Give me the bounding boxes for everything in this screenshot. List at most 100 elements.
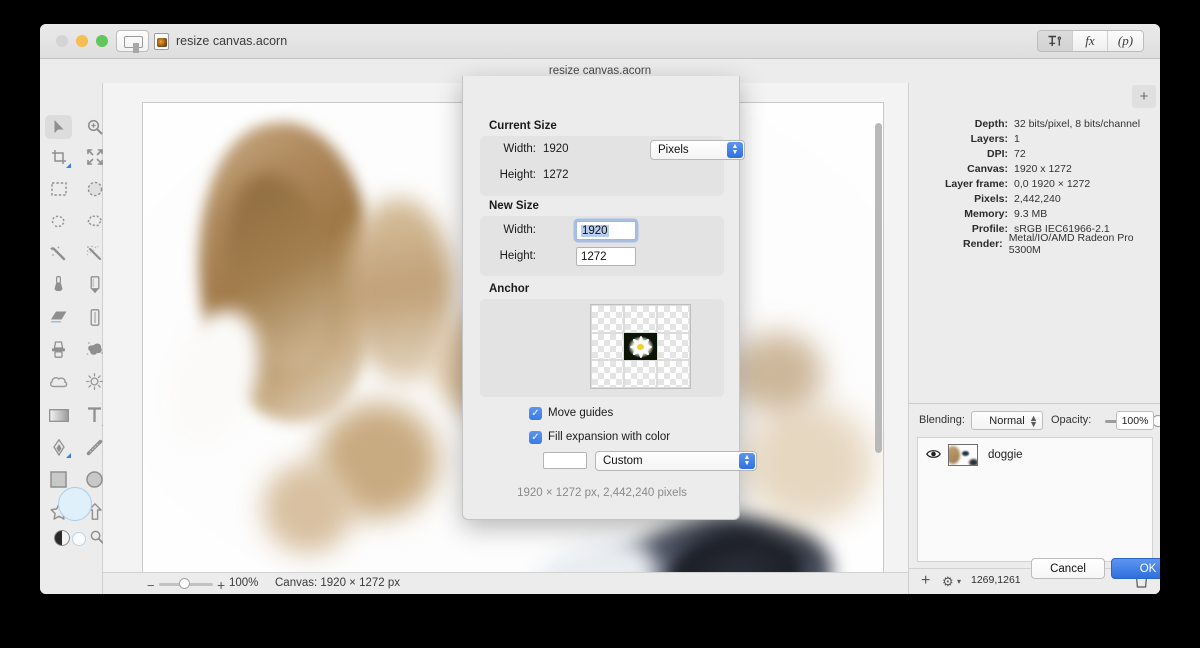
filters-segment-button[interactable]: fx — [1073, 31, 1108, 51]
swatch-magnifier-icon[interactable] — [90, 530, 104, 549]
fill-color-well[interactable] — [543, 452, 587, 469]
info-value: 72 — [1014, 147, 1026, 160]
zoom-out-button[interactable]: − — [147, 578, 155, 593]
anchor-heading: Anchor — [489, 283, 530, 295]
info-key: Memory: — [964, 207, 1008, 220]
anchor-cell-middle-left[interactable] — [591, 332, 624, 361]
tools-segment-button[interactable] — [1038, 31, 1073, 51]
image-info-table: Depth: 32 bits/pixel, 8 bits/channel Lay… — [909, 116, 1160, 256]
tool-move-tool[interactable] — [45, 115, 72, 139]
zoom-in-button[interactable]: + — [217, 577, 225, 593]
add-panel-button[interactable]: + — [1132, 85, 1156, 108]
inspector-segmented-control[interactable]: fx (p) — [1037, 30, 1144, 52]
brush-size-preview[interactable] — [58, 487, 92, 521]
tool-eraser-tool[interactable] — [45, 305, 72, 329]
anchor-cell-bottom-center[interactable] — [624, 360, 657, 388]
blending-mode-value: Normal — [989, 414, 1025, 427]
info-key: Canvas: — [967, 162, 1008, 175]
minimize-window-button[interactable] — [76, 35, 88, 47]
crop-icon — [51, 150, 66, 164]
paint-brush-icon — [54, 276, 63, 292]
fill-expansion-checkbox[interactable]: ✓ — [529, 431, 542, 444]
eye-icon[interactable] — [918, 448, 948, 462]
palettes-segment-button[interactable]: (p) — [1108, 31, 1143, 51]
info-value: 32 bits/pixel, 8 bits/channel — [1014, 117, 1141, 130]
layer-row-doggie[interactable]: doggie — [918, 438, 1152, 472]
cloud-icon — [49, 376, 68, 387]
new-width-input[interactable]: 1920 — [576, 221, 636, 240]
info-value: 9.3 MB — [1014, 207, 1048, 220]
tool-gradient-tool[interactable] — [45, 403, 72, 427]
sparkle-wand-icon — [86, 245, 102, 260]
current-height-value: 1272 — [543, 169, 569, 181]
new-height-label: Height: — [499, 250, 536, 262]
anchor-cell-top-left[interactable] — [591, 305, 624, 333]
acorn-glyph — [157, 38, 167, 47]
info-row: Pixels: 2,442,240 — [909, 191, 1160, 206]
fill-color-popup-button[interactable]: Custom ▲ ▼ — [595, 451, 757, 471]
close-window-button[interactable] — [56, 35, 68, 47]
anchor-cell-top-right[interactable] — [657, 305, 690, 333]
opacity-label: Opacity: — [1051, 414, 1092, 426]
info-row: Canvas: 1920 x 1272 — [909, 161, 1160, 176]
anchor-cell-middle-right[interactable] — [657, 332, 690, 361]
tool-cloud-tool[interactable] — [45, 369, 72, 393]
anchor-grid[interactable] — [590, 304, 691, 389]
tool-submenu-indicator[interactable] — [66, 453, 71, 458]
new-height-value: 1272 — [581, 250, 607, 263]
gear-icon[interactable]: ⚙ — [942, 573, 954, 591]
info-row: Memory: 9.3 MB — [909, 206, 1160, 221]
cancel-button[interactable]: Cancel — [1031, 558, 1105, 579]
units-value: Pixels — [658, 144, 689, 156]
square-shape-icon — [50, 470, 67, 488]
reset-swatch-icon[interactable] — [72, 532, 86, 546]
tool-magic-wand-tool[interactable] — [45, 241, 72, 265]
new-width-label: Width: — [503, 224, 536, 236]
checkmark-icon: ✓ — [531, 407, 540, 419]
sidebar-toggle-button[interactable] — [116, 30, 149, 53]
tool-clone-stamp-tool[interactable] — [45, 337, 72, 361]
anchor-cell-center[interactable] — [624, 332, 657, 361]
info-row: Layers: 1 — [909, 131, 1160, 146]
anchor-cell-bottom-left[interactable] — [591, 360, 624, 388]
canvas-vertical-scrollbar[interactable] — [875, 123, 882, 453]
fountain-pen-icon — [52, 438, 65, 456]
cursor-coordinates-label: 1269,1261 — [971, 574, 1021, 586]
current-size-heading: Current Size — [489, 120, 557, 132]
color-swatch-icon[interactable] — [54, 530, 70, 546]
blending-mode-select[interactable]: Normal ▲ ▼ — [971, 411, 1043, 430]
sidebar-icon — [124, 36, 143, 53]
info-value: Metal/IO/AMD Radeon Pro 5300M — [1008, 231, 1134, 256]
new-height-input[interactable]: 1272 — [576, 247, 636, 266]
tool-bezier-pen-tool[interactable] — [45, 435, 72, 459]
chevron-down-icon[interactable]: ▾ — [957, 577, 961, 586]
anchor-cell-bottom-right[interactable] — [657, 360, 690, 388]
sun-rays-icon — [86, 372, 103, 390]
zoom-window-button[interactable] — [96, 35, 108, 47]
tool-rect-select-tool[interactable] — [45, 177, 72, 201]
current-width-label: Width: — [503, 143, 536, 155]
palettes-label: (p) — [1117, 33, 1134, 48]
pencil-icon — [90, 276, 99, 294]
move-guides-checkbox[interactable]: ✓ — [529, 407, 542, 420]
info-value: 0,0 1920 × 1272 — [1014, 177, 1091, 190]
tool-lasso-tool[interactable] — [45, 209, 72, 233]
gradient-rectangle-icon — [48, 408, 69, 422]
tool-brush-tool[interactable] — [45, 273, 72, 297]
opacity-value-field[interactable]: 100% — [1116, 411, 1154, 430]
canvas-size-label: Canvas: 1920 × 1272 px — [275, 577, 400, 589]
magic-wand-icon — [50, 245, 66, 260]
info-row: Layer frame: 0,0 1920 × 1272 — [909, 176, 1160, 191]
tool-submenu-indicator[interactable] — [66, 163, 71, 168]
fill-color-value: Custom — [603, 455, 643, 467]
blending-label: Blending: — [919, 414, 965, 426]
zoom-slider-knob[interactable] — [179, 578, 190, 589]
info-key: DPI: — [987, 147, 1008, 160]
tool-crop-tool[interactable] — [45, 145, 72, 169]
document-proxy-icon[interactable] — [154, 33, 169, 50]
ok-button[interactable]: OK — [1111, 558, 1160, 579]
units-popup-button[interactable]: Pixels ▲ ▼ — [650, 140, 745, 160]
add-layer-button[interactable]: + — [921, 572, 930, 590]
anchor-cell-top-center[interactable] — [624, 305, 657, 333]
layer-list[interactable]: doggie — [917, 437, 1153, 562]
